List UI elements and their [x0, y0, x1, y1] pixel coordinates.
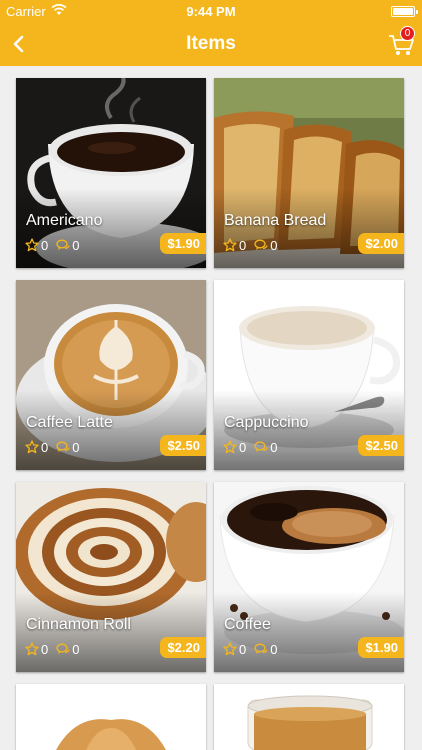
price-tag: $2.00 — [358, 233, 404, 254]
battery-icon — [391, 6, 418, 17]
item-card-americano[interactable]: Americano 0 0 $1.90 — [16, 78, 206, 268]
item-card-cappuccino[interactable]: Cappuccino 0 0 $2.50 — [214, 280, 404, 470]
item-name: Coffee — [224, 616, 271, 633]
item-card-croissant[interactable] — [16, 684, 206, 750]
item-card-banana-bread[interactable]: Banana Bread 0 0 $2.00 — [214, 78, 404, 268]
rating-count: 0 — [41, 641, 49, 657]
comment-count: 0 — [72, 439, 80, 455]
item-stats: 0 0 — [223, 237, 285, 253]
page-title: Items — [186, 33, 236, 54]
item-card-cinnamon-roll[interactable]: Cinnamon Roll 0 0 $2.20 — [16, 482, 206, 672]
price-tag: $1.90 — [160, 233, 206, 254]
comment-count: 0 — [270, 641, 278, 657]
comment-count: 0 — [270, 439, 278, 455]
comments-icon — [56, 643, 70, 654]
comments-icon — [254, 441, 268, 452]
comment-count: 0 — [72, 237, 80, 253]
star-icon — [223, 642, 237, 656]
comment-count: 0 — [270, 237, 278, 253]
item-name: Americano — [26, 212, 103, 229]
star-icon — [25, 642, 39, 656]
item-name: Caffee Latte — [26, 414, 113, 431]
item-name: Cappuccino — [224, 414, 309, 431]
price-tag: $1.90 — [358, 637, 404, 658]
price-tag: $2.50 — [358, 435, 404, 456]
item-name: Banana Bread — [224, 212, 327, 229]
header: Carrier 9:44 PM Items 0 — [0, 0, 422, 66]
app-screen: Carrier 9:44 PM Items 0 Americano 0 0 $1… — [0, 0, 422, 750]
item-stats: 0 0 — [223, 641, 285, 657]
item-stats: 0 0 — [25, 641, 87, 657]
price-tag: $2.50 — [160, 435, 206, 456]
status-bar: Carrier 9:44 PM — [0, 0, 422, 22]
star-icon — [223, 440, 237, 454]
star-icon — [25, 238, 39, 252]
star-icon — [223, 238, 237, 252]
rating-count: 0 — [239, 237, 247, 253]
comments-icon — [254, 239, 268, 250]
croissant-photo — [16, 684, 206, 750]
espresso-photo — [214, 684, 404, 750]
nav-bar: Items 0 — [0, 22, 422, 66]
rating-count: 0 — [41, 237, 49, 253]
item-card-espresso[interactable] — [214, 684, 404, 750]
item-stats: 0 0 — [25, 439, 87, 455]
comments-icon — [56, 239, 70, 250]
rating-count: 0 — [41, 439, 49, 455]
cart-count-badge: 0 — [400, 26, 415, 41]
price-tag: $2.20 — [160, 637, 206, 658]
rating-count: 0 — [239, 439, 247, 455]
comments-icon — [254, 643, 268, 654]
item-card-caffee-latte[interactable]: Caffee Latte 0 0 $2.50 — [16, 280, 206, 470]
comment-count: 0 — [72, 641, 80, 657]
item-stats: 0 0 — [25, 237, 87, 253]
item-card-coffee[interactable]: Coffee 0 0 $1.90 — [214, 482, 404, 672]
comments-icon — [56, 441, 70, 452]
items-grid: Americano 0 0 $1.90 Banana Bread 0 0 $2.… — [0, 66, 422, 750]
star-icon — [25, 440, 39, 454]
item-stats: 0 0 — [223, 439, 285, 455]
rating-count: 0 — [239, 641, 247, 657]
status-time: 9:44 PM — [186, 4, 236, 19]
item-name: Cinnamon Roll — [26, 616, 131, 633]
